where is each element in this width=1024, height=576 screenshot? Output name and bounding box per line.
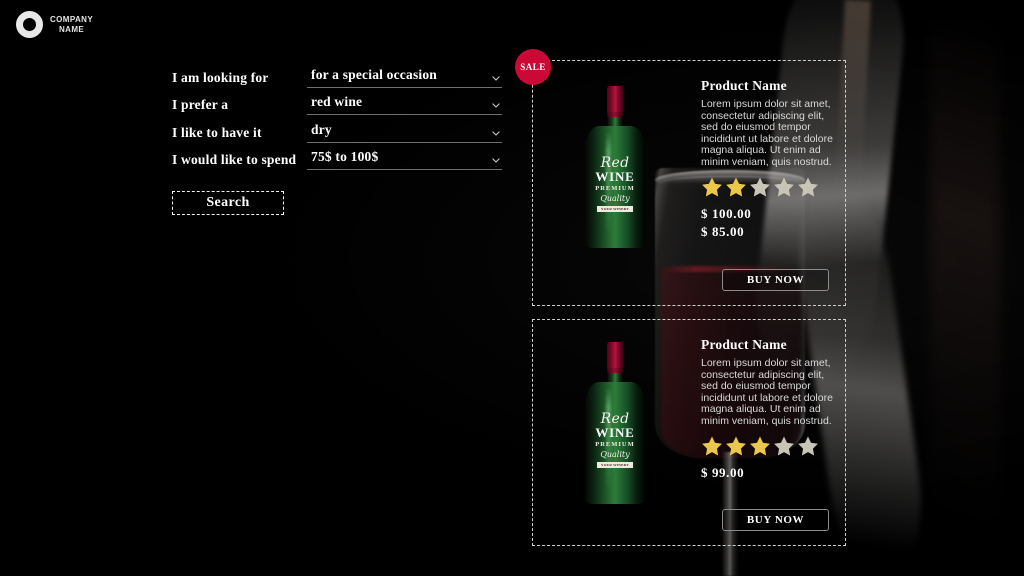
status-badge: SALE [515, 49, 551, 85]
price-original: $ 99.00 [701, 464, 745, 480]
chevron-down-icon [492, 158, 500, 163]
form-row-prefer: I prefer a red wine [172, 88, 502, 115]
chevron-down-icon [492, 130, 500, 136]
star-filled-icon[interactable] [749, 435, 771, 457]
bottle-label-premium: PREMIUM [595, 185, 635, 192]
star-empty-icon[interactable] [773, 176, 795, 198]
star-empty-icon[interactable] [797, 435, 819, 457]
form-row-looking-for: I am looking for for a special occasion [172, 60, 502, 88]
rating-stars[interactable] [701, 176, 835, 198]
product-info: Product Name Lorem ipsum dolor sit amet,… [701, 78, 835, 241]
rating-stars[interactable] [701, 435, 835, 457]
bottle-label-wine: WINE [595, 169, 635, 184]
form-row-budget: I would like to spend 75$ to 100$ [172, 143, 502, 170]
label-budget: I would like to spend [172, 152, 297, 167]
product-prices: $ 99.00 [701, 464, 835, 482]
bottle-label-wine: WINE [595, 425, 635, 440]
star-filled-icon[interactable] [725, 435, 747, 457]
price-original: $ 100.00 [701, 205, 752, 221]
search-button[interactable]: Search [172, 191, 284, 215]
product-card[interactable]: SALE Red WINE PREMIUM Quality YOUR WINER… [515, 49, 846, 306]
bottle-label-script: Red [600, 155, 630, 171]
select-style-value: dry [311, 121, 332, 137]
brand-name-line1: COMPANY [50, 14, 94, 24]
bottle-label-script: Red [600, 411, 630, 427]
form-row-style: I like to have it dry [172, 115, 502, 143]
brand-logo[interactable]: COMPANY NAME [16, 11, 93, 38]
star-filled-icon[interactable] [701, 176, 723, 198]
bottle-foil-cap [607, 342, 623, 373]
product-image-wine-bottle: Red WINE PREMIUM Quality YOUR WINERY [585, 86, 645, 248]
background-vignette [0, 0, 1024, 576]
buy-now-button[interactable]: BUY NOW [722, 509, 829, 531]
page-root: COMPANY NAME I am looking for for a spec… [0, 0, 1024, 576]
background-streak-far-right [930, 20, 1000, 520]
product-card[interactable]: Red WINE PREMIUM Quality YOUR WINERY Pro… [532, 319, 846, 546]
star-empty-icon[interactable] [749, 176, 771, 198]
bottle-label-banner: YOUR WINERY [597, 462, 633, 468]
price-sale: $ 85.00 [701, 223, 745, 239]
background-wine-glass-photo [0, 0, 1024, 576]
product-description: Lorem ipsum dolor sit amet, consectetur … [701, 98, 833, 168]
product-info: Product Name Lorem ipsum dolor sit amet,… [701, 337, 835, 482]
bottle-label: Red WINE PREMIUM Quality YOUR WINERY [591, 412, 639, 470]
select-budget[interactable]: 75$ to 100$ [307, 149, 502, 170]
select-prefer-value: red wine [311, 94, 363, 109]
label-prefer: I prefer a [172, 97, 229, 112]
select-looking-for[interactable]: for a special occasion [307, 67, 502, 88]
star-empty-icon[interactable] [797, 176, 819, 198]
chevron-down-icon [492, 75, 500, 81]
bottle-label-banner: YOUR WINERY [597, 206, 633, 212]
label-looking-for: I am looking for [172, 69, 269, 85]
select-style[interactable]: dry [307, 122, 502, 143]
bottle-label: Red WINE PREMIUM Quality YOUR WINERY [591, 156, 639, 214]
bottle-foil-cap [607, 86, 623, 117]
select-budget-value: 75$ to 100$ [311, 149, 379, 164]
buy-now-button[interactable]: BUY NOW [722, 269, 829, 291]
bottle-label-premium: PREMIUM [595, 441, 635, 448]
label-style: I like to have it [172, 124, 262, 140]
bottle-label-quality: Quality [600, 194, 630, 203]
product-name: Product Name [701, 337, 787, 352]
star-filled-icon[interactable] [701, 435, 723, 457]
product-prices: $ 100.00 $ 85.00 [701, 205, 835, 241]
wine-search-form: I am looking for for a special occasion … [172, 60, 502, 215]
brand-name: COMPANY NAME [50, 15, 93, 35]
star-empty-icon[interactable] [773, 435, 795, 457]
select-looking-for-value: for a special occasion [311, 66, 438, 82]
bottle-label-quality: Quality [600, 450, 630, 459]
ring-logo-icon [16, 11, 43, 38]
star-filled-icon[interactable] [725, 176, 747, 198]
product-image-wine-bottle: Red WINE PREMIUM Quality YOUR WINERY [585, 342, 645, 504]
brand-name-line2: NAME [58, 24, 85, 34]
product-description: Lorem ipsum dolor sit amet, consectetur … [701, 357, 833, 427]
chevron-down-icon [492, 103, 500, 108]
product-name: Product Name [701, 78, 787, 93]
select-prefer[interactable]: red wine [307, 94, 502, 115]
